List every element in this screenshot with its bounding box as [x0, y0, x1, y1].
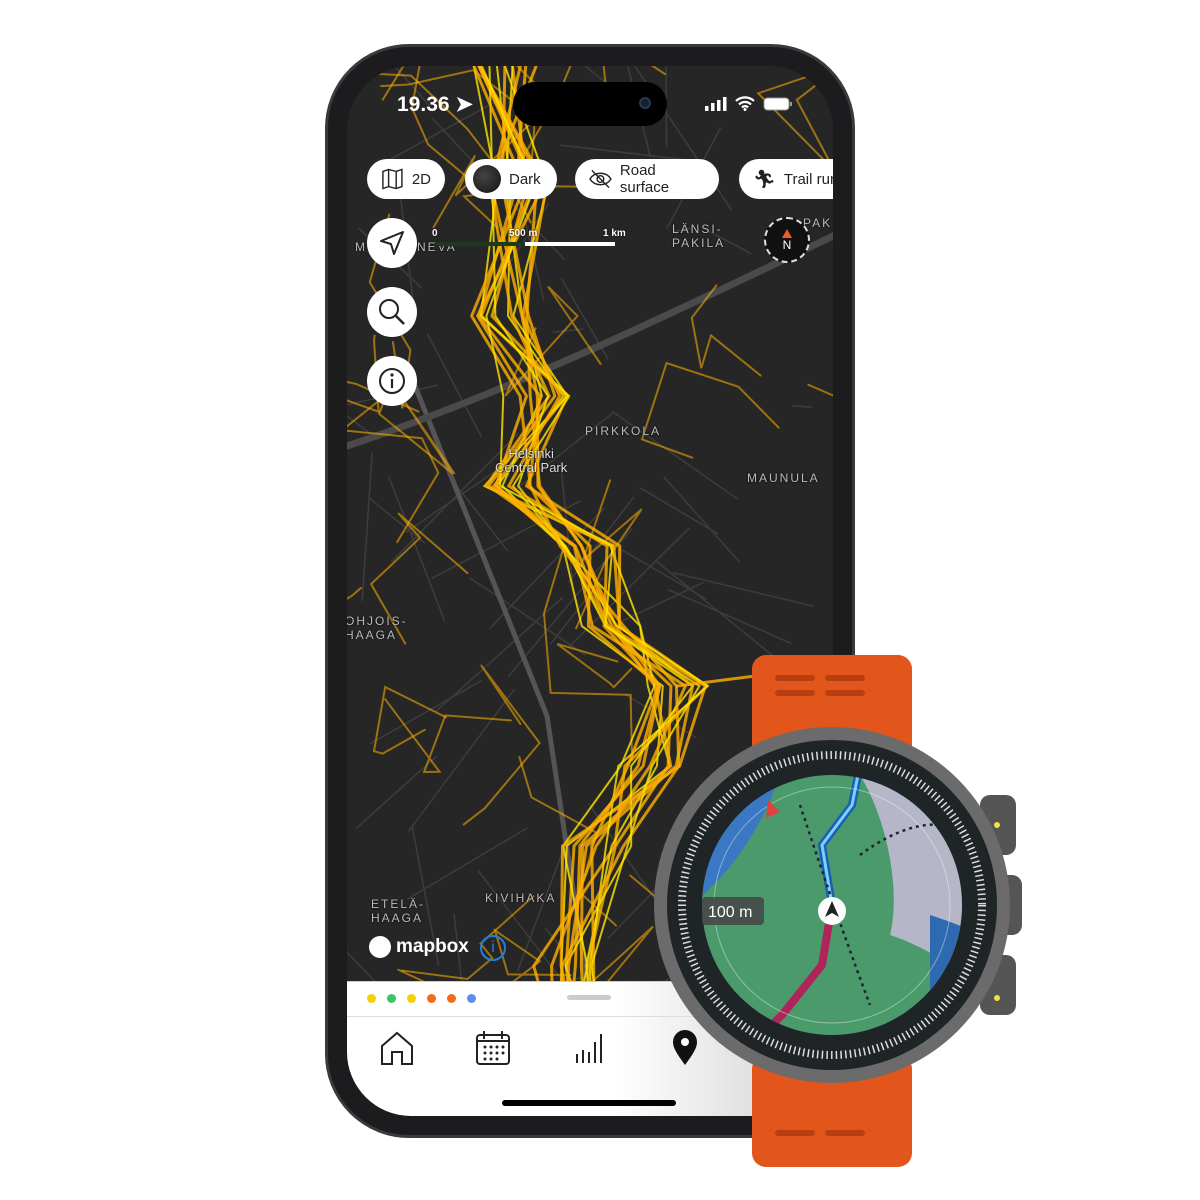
map-label: KIVIHAKA: [485, 891, 557, 905]
street: [667, 589, 792, 644]
signal-icon: [705, 96, 727, 111]
calendar-icon[interactable]: [473, 1028, 513, 1068]
chip-2d[interactable]: 2D: [367, 159, 445, 199]
chip-label: Road surface: [619, 162, 670, 196]
status-icons: [705, 96, 793, 111]
chip-trail-run[interactable]: 🏃︎ Trail run: [739, 159, 833, 199]
trail-run-icon: 🏃︎: [753, 168, 776, 189]
street: [408, 688, 515, 832]
street: [407, 827, 528, 900]
street: [347, 951, 386, 992]
street: [369, 498, 426, 544]
map-label: OHJOIS- HAAGA: [347, 614, 408, 642]
scale-tick: 1 km: [603, 228, 626, 239]
heatmap-track: [640, 361, 780, 459]
mapbox-logo-icon: [369, 936, 391, 958]
home-icon[interactable]: [377, 1028, 417, 1068]
search-icon: [379, 299, 405, 325]
map-label: PIRKKOLA: [585, 424, 662, 438]
eye-slash-icon: [589, 169, 612, 189]
watch-scale-label: 100 m: [708, 904, 752, 921]
info-icon: [379, 368, 405, 394]
locate-button[interactable]: [367, 218, 417, 268]
legend-dot: [447, 994, 456, 1003]
heatmap-track: [384, 698, 512, 774]
sheet-grabber[interactable]: [567, 995, 611, 1000]
attribution-info-button[interactable]: i: [480, 935, 506, 961]
map-label: ETELÄ- HAAGA: [371, 897, 426, 925]
chip-dark[interactable]: Dark: [465, 159, 557, 199]
dynamic-island: [513, 82, 667, 126]
heatmap-track: [556, 642, 633, 689]
camera-icon: [639, 97, 651, 109]
legend-dot: [427, 994, 436, 1003]
highway: [347, 232, 833, 450]
smartwatch: 100 m: [654, 655, 1022, 1167]
map-2d-icon: [382, 168, 403, 190]
chip-label: Trail run: [783, 170, 833, 188]
map-label-park: Helsinki Central Park: [495, 446, 568, 475]
chip-road-surface[interactable]: Road surface: [575, 159, 719, 199]
compass-needle-icon: [782, 228, 792, 238]
wifi-icon: [735, 96, 755, 111]
street: [791, 405, 812, 408]
heatmap-track: [347, 400, 440, 544]
heatmap-track: [462, 664, 541, 826]
map-label: PAK: [803, 216, 833, 230]
locate-icon: [380, 231, 404, 255]
battery-icon: [763, 97, 792, 110]
map-label: LÄNSI- PAKILA: [672, 222, 726, 250]
street: [370, 679, 483, 745]
legend-dot: [407, 994, 416, 1003]
legend-dot: [387, 994, 396, 1003]
scale-bar: [435, 242, 615, 246]
scale-tick: 500 m: [509, 228, 538, 239]
street: [663, 476, 740, 563]
street: [361, 452, 373, 602]
heatmap-track: [807, 383, 833, 397]
street: [656, 561, 783, 664]
bar-chart-icon[interactable]: [569, 1028, 609, 1068]
compass-label: N: [782, 237, 792, 252]
time-text: 19.36: [397, 93, 450, 116]
street: [355, 755, 438, 830]
scale-tick: 0: [432, 228, 438, 239]
location-arrow-icon: ➤: [455, 93, 474, 116]
map-label: MAUNULA: [747, 471, 820, 485]
legend-dot: [467, 994, 476, 1003]
map-label: M: [355, 240, 367, 254]
street: [387, 475, 446, 621]
mapbox-wordmark: mapbox: [396, 936, 469, 957]
heatmap-track: [756, 70, 833, 171]
mapbox-attribution[interactable]: mapbox: [369, 936, 469, 958]
street: [621, 581, 704, 622]
dark-style-thumbnail: [473, 165, 501, 193]
chip-label: Dark: [509, 170, 541, 188]
search-button[interactable]: [367, 287, 417, 337]
compass-button[interactable]: N: [764, 217, 810, 263]
chip-label: 2D: [411, 170, 431, 188]
legend-dot: [367, 994, 376, 1003]
status-time: 19.36 ➤: [397, 92, 473, 117]
info-button[interactable]: [367, 356, 417, 406]
